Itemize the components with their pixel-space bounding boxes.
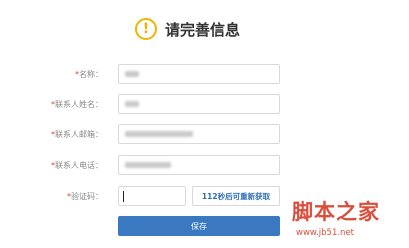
captcha-input[interactable] [118, 186, 186, 206]
page-title: 请完善信息 [165, 20, 241, 39]
name-input[interactable] [118, 64, 280, 84]
blurred-value [125, 162, 171, 168]
resend-code-button[interactable]: 112秒后可重新获取 [192, 186, 280, 206]
exclamation-circle-icon: ! [135, 18, 157, 40]
contact-email-input[interactable] [118, 124, 280, 144]
text-caret [123, 190, 124, 202]
field-label-contact-name: *联系人姓名： [51, 94, 103, 116]
blurred-value [125, 71, 139, 77]
label-text: 联系人姓名： [55, 100, 103, 109]
field-label-contact-phone: *联系人电话： [51, 155, 103, 177]
label-text: 联系人邮箱： [55, 130, 103, 139]
label-text: 名称： [79, 70, 103, 79]
form-row-contact-phone: *联系人电话： [0, 155, 409, 177]
watermark-url: www.jb51.net [296, 228, 355, 238]
form-row-name: *名称： [0, 64, 409, 86]
save-button[interactable]: 保存 [118, 216, 280, 236]
label-text: 联系人电话： [55, 161, 103, 170]
contact-name-input[interactable] [118, 94, 280, 114]
exclamation-glyph: ! [142, 21, 150, 37]
form-row-contact-name: *联系人姓名： [0, 94, 409, 116]
field-label-contact-email: *联系人邮箱： [51, 124, 103, 146]
field-label-name: *名称： [75, 64, 103, 86]
watermark-title: 脚本之家 [292, 199, 380, 224]
blurred-value [125, 101, 139, 107]
page-header: ! 请完善信息 [135, 14, 240, 44]
label-text: 验证码： [71, 192, 103, 201]
field-label-captcha: *验证码： [67, 186, 103, 208]
contact-phone-input[interactable] [118, 155, 280, 175]
form-row-contact-email: *联系人邮箱： [0, 124, 409, 146]
blurred-value [125, 131, 193, 137]
